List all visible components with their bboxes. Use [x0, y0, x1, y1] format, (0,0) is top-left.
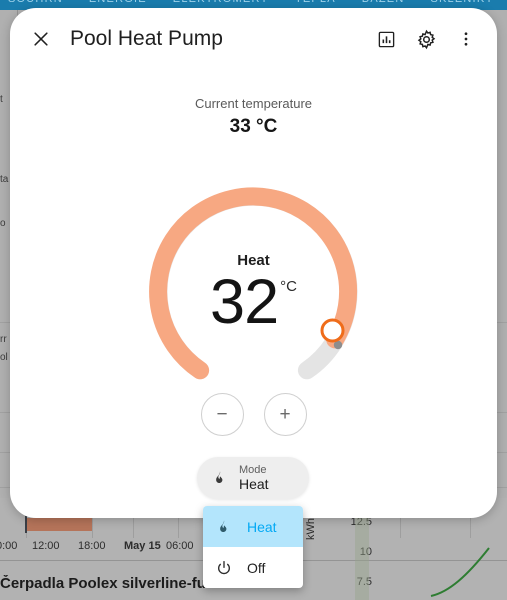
page-title: Pool Heat Pump [70, 27, 223, 50]
flame-icon [215, 519, 233, 535]
power-icon [215, 560, 233, 576]
mode-option-label: Off [247, 559, 266, 576]
more-vertical-icon[interactable] [449, 22, 483, 56]
flame-icon [211, 470, 229, 486]
screen: SOUHRN ENERGIE ELEKTROMERY TEPLA BAZEN S… [0, 0, 507, 600]
bar-chart-icon[interactable] [369, 22, 403, 56]
navbar-item[interactable]: SOUHRN [8, 0, 63, 5]
mode-selector-chip[interactable]: Mode Heat [197, 457, 309, 499]
navbar-item[interactable]: SKLENIKY [430, 0, 493, 5]
decrease-temperature-button[interactable]: − [200, 393, 244, 436]
header-actions [369, 22, 483, 56]
navbar-item[interactable]: TEPLA [295, 0, 336, 5]
mode-chip-label: Mode [239, 463, 267, 476]
chart-x-tick: 06:00 [166, 540, 194, 552]
chart-y-axis-title: kWh [305, 518, 317, 540]
mode-chip-text: Mode Heat [239, 464, 269, 493]
temperature-stepper: − + [10, 393, 497, 436]
navbar-item[interactable]: ELEKTROMERY [173, 0, 269, 5]
navbar-item[interactable]: BAZEN [362, 0, 405, 5]
chart-x-tick: 0:00 [0, 540, 18, 552]
current-temperature-value: 33 °C [229, 116, 278, 137]
increase-temperature-button[interactable]: + [263, 393, 307, 436]
dial-handle [320, 318, 345, 343]
current-temperature-label: Current temperature [194, 96, 313, 111]
chart-bar [27, 518, 92, 531]
mode-option-label: Heat [247, 518, 277, 535]
chart-x-tick: May 15 [124, 540, 161, 552]
dial-svg[interactable] [132, 171, 375, 414]
dialog-header: Pool Heat Pump [10, 8, 497, 70]
dial-active-arc [149, 187, 358, 380]
gear-icon[interactable] [409, 22, 443, 56]
navbar-item[interactable]: ENERGIE [89, 0, 147, 5]
chart-x-tick: 12:00 [32, 540, 60, 552]
mode-dropdown[interactable]: Heat Off [203, 506, 303, 588]
mode-chip-value: Heat [239, 476, 269, 493]
background-navbar-labels: SOUHRN ENERGIE ELEKTROMERY TEPLA BAZEN S… [0, 0, 507, 5]
mode-option-heat[interactable]: Heat [203, 506, 303, 547]
device-dialog: Pool Heat Pump Current temperature 33 °C… [10, 8, 497, 518]
temperature-dial[interactable]: Heat 32 °C [132, 171, 375, 414]
close-icon[interactable] [24, 22, 58, 56]
mode-option-off[interactable]: Off [203, 547, 303, 588]
chart-x-tick: 18:00 [78, 540, 106, 552]
